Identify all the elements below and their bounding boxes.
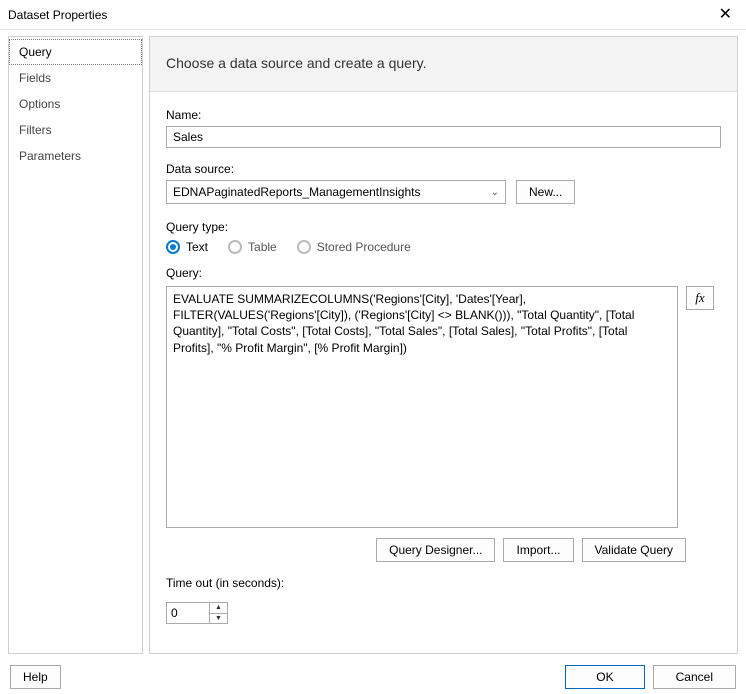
radio-icon <box>228 240 242 254</box>
sidebar-item-parameters[interactable]: Parameters <box>9 143 142 169</box>
radio-label: Stored Procedure <box>317 240 411 254</box>
name-label: Name: <box>166 108 721 122</box>
sidebar-item-label: Query <box>19 45 52 59</box>
sidebar-item-label: Filters <box>19 123 52 137</box>
dialog-body: Query Fields Options Filters Parameters … <box>0 30 746 660</box>
cancel-button[interactable]: Cancel <box>653 665 736 689</box>
spinner-down-icon[interactable]: ▼ <box>210 614 227 624</box>
datasource-label: Data source: <box>166 162 721 176</box>
import-button[interactable]: Import... <box>503 538 573 562</box>
spinner-up-icon[interactable]: ▲ <box>210 603 227 614</box>
sidebar-item-label: Parameters <box>19 149 81 163</box>
timeout-input[interactable] <box>167 603 209 623</box>
timeout-spinner[interactable]: ▲ ▼ <box>166 602 228 624</box>
querytype-group: Text Table Stored Procedure <box>166 240 721 254</box>
page-header: Choose a data source and create a query. <box>150 37 737 92</box>
radio-text[interactable]: Text <box>166 240 208 254</box>
fx-icon: fx <box>695 290 704 306</box>
timeout-label: Time out (in seconds): <box>166 576 721 590</box>
close-icon[interactable]: ✕ <box>715 7 736 23</box>
radio-label: Text <box>186 240 208 254</box>
name-input[interactable] <box>166 126 721 148</box>
radio-icon <box>297 240 311 254</box>
sidebar-item-filters[interactable]: Filters <box>9 117 142 143</box>
radio-table[interactable]: Table <box>228 240 277 254</box>
sidebar-item-fields[interactable]: Fields <box>9 65 142 91</box>
new-button[interactable]: New... <box>516 180 575 204</box>
radio-label: Table <box>248 240 277 254</box>
help-button[interactable]: Help <box>10 665 61 689</box>
query-designer-button[interactable]: Query Designer... <box>376 538 495 562</box>
content-panel: Choose a data source and create a query.… <box>149 36 738 654</box>
sidebar-item-label: Fields <box>19 71 51 85</box>
sidebar-item-label: Options <box>19 97 60 111</box>
titlebar: Dataset Properties ✕ <box>0 0 746 30</box>
expression-button[interactable]: fx <box>686 286 714 310</box>
window-title: Dataset Properties <box>8 8 107 22</box>
ok-button[interactable]: OK <box>565 665 644 689</box>
footer: Help OK Cancel <box>0 660 746 694</box>
sidebar: Query Fields Options Filters Parameters <box>8 36 143 654</box>
query-textarea[interactable] <box>166 286 678 528</box>
validate-query-button[interactable]: Validate Query <box>582 538 687 562</box>
datasource-select[interactable]: EDNAPaginatedReports_ManagementInsights … <box>166 180 506 204</box>
query-label: Query: <box>166 266 721 280</box>
sidebar-item-query[interactable]: Query <box>9 39 142 65</box>
querytype-label: Query type: <box>166 220 721 234</box>
datasource-value: EDNAPaginatedReports_ManagementInsights <box>173 185 420 199</box>
sidebar-item-options[interactable]: Options <box>9 91 142 117</box>
chevron-down-icon: ⌄ <box>491 187 499 198</box>
radio-icon <box>166 240 180 254</box>
radio-stored-procedure[interactable]: Stored Procedure <box>297 240 411 254</box>
form: Name: Data source: EDNAPaginatedReports_… <box>150 92 737 653</box>
